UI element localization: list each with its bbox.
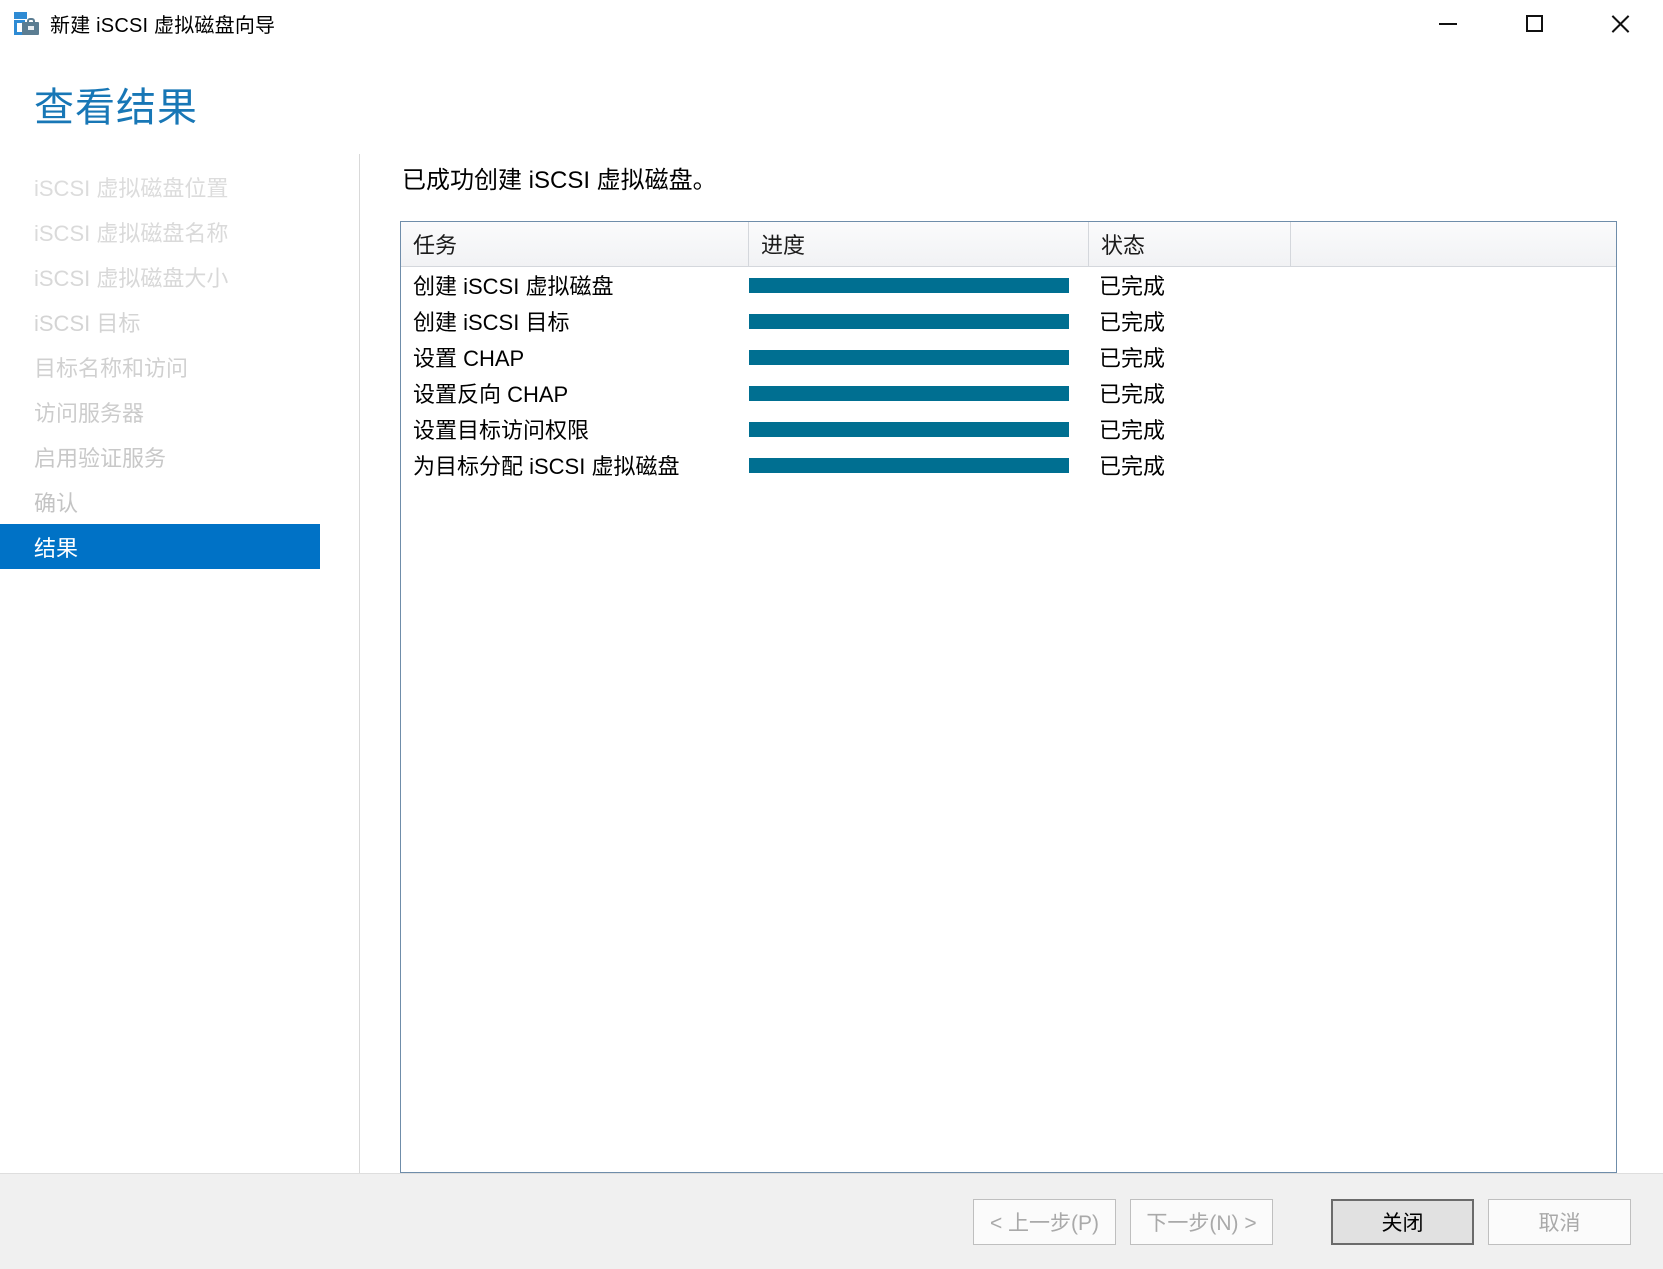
sidebar-item-iscsi-virtual-disk-name[interactable]: iSCSI 虚拟磁盘名称 [0,209,359,254]
sidebar-item-iscsi-virtual-disk-size[interactable]: iSCSI 虚拟磁盘大小 [0,254,359,299]
cell-progress [749,349,1089,365]
wizard-footer: < 上一步(P) 下一步(N) > 关闭 取消 [0,1173,1663,1269]
results-table: 任务 进度 状态 创建 iSCSI 虚拟磁盘 已完成 创建 iSCSI 目标 已… [400,221,1617,1173]
wizard-step-navigation: iSCSI 虚拟磁盘位置 iSCSI 虚拟磁盘名称 iSCSI 虚拟磁盘大小 i… [0,154,360,1173]
close-button[interactable] [1577,0,1663,48]
sidebar-item-label: 访问服务器 [34,400,145,426]
cell-progress [749,457,1089,473]
wizard-content: 已成功创建 iSCSI 虚拟磁盘。 任务 进度 状态 创建 iSCSI 虚拟磁盘… [360,154,1663,1173]
progress-bar [749,421,1069,437]
cell-status: 已完成 [1099,382,1166,407]
cell-progress [749,421,1089,437]
page-header: 查看结果 [0,48,1663,154]
progress-bar [749,385,1069,401]
title-bar: 新建 iSCSI 虚拟磁盘向导 [0,0,1663,48]
maximize-button[interactable] [1491,0,1577,48]
cell-status: 已完成 [1099,310,1166,335]
minimize-icon [1439,22,1457,25]
table-row[interactable]: 为目标分配 iSCSI 虚拟磁盘 已完成 [401,447,1616,483]
sidebar-item-confirmation[interactable]: 确认 [0,479,359,524]
table-row[interactable]: 设置反向 CHAP 已完成 [401,375,1616,411]
cell-status: 已完成 [1099,454,1166,479]
close-icon [1610,14,1630,34]
window-title: 新建 iSCSI 虚拟磁盘向导 [50,15,276,37]
table-row[interactable]: 设置 CHAP 已完成 [401,339,1616,375]
table-row[interactable]: 创建 iSCSI 目标 已完成 [401,303,1616,339]
iscsi-virtual-disk-wizard-window: 新建 iSCSI 虚拟磁盘向导 查看结果 iSCSI 虚拟磁盘位置 iSCSI … [0,0,1663,1269]
maximize-icon [1525,15,1543,32]
close-wizard-button[interactable]: 关闭 [1331,1198,1474,1245]
cell-progress [749,313,1089,329]
sidebar-item-label: 目标名称和访问 [34,355,189,381]
sidebar-item-iscsi-target[interactable]: iSCSI 目标 [0,299,359,344]
sidebar-item-label: iSCSI 虚拟磁盘位置 [34,175,229,201]
page-title: 查看结果 [34,86,198,130]
wizard-body: iSCSI 虚拟磁盘位置 iSCSI 虚拟磁盘名称 iSCSI 虚拟磁盘大小 i… [0,154,1663,1173]
next-button[interactable]: 下一步(N) > [1130,1198,1273,1245]
cell-task: 设置目标访问权限 [413,418,590,443]
cell-task: 设置 CHAP [413,346,525,371]
progress-bar [749,349,1069,365]
sidebar-item-label: iSCSI 虚拟磁盘大小 [34,265,229,291]
sidebar-item-access-servers[interactable]: 访问服务器 [0,389,359,434]
sidebar-item-label: 启用验证服务 [34,445,167,471]
sidebar-item-target-name-and-access[interactable]: 目标名称和访问 [0,344,359,389]
column-header-blank[interactable] [1291,222,1616,266]
sidebar-item-enable-authentication-service[interactable]: 启用验证服务 [0,434,359,479]
iscsi-wizard-icon [10,9,40,39]
cell-progress [749,385,1089,401]
progress-bar [749,457,1069,473]
sidebar-item-iscsi-virtual-disk-location[interactable]: iSCSI 虚拟磁盘位置 [0,164,359,209]
results-intro-text: 已成功创建 iSCSI 虚拟磁盘。 [402,167,717,194]
results-table-header: 任务 进度 状态 [401,222,1616,267]
column-header-task[interactable]: 任务 [401,222,749,266]
cell-task: 创建 iSCSI 目标 [413,310,570,335]
progress-bar [749,277,1069,293]
cell-task: 创建 iSCSI 虚拟磁盘 [413,274,614,299]
column-header-status[interactable]: 状态 [1089,222,1291,266]
sidebar-item-label: iSCSI 目标 [34,310,141,336]
cell-task: 为目标分配 iSCSI 虚拟磁盘 [413,454,680,479]
cancel-button[interactable]: 取消 [1488,1198,1631,1245]
sidebar-item-results[interactable]: 结果 [0,524,320,569]
table-row[interactable]: 创建 iSCSI 虚拟磁盘 已完成 [401,267,1616,303]
cell-progress [749,277,1089,293]
previous-button[interactable]: < 上一步(P) [973,1198,1116,1245]
progress-bar [749,313,1069,329]
minimize-button[interactable] [1405,0,1491,48]
column-header-progress[interactable]: 进度 [749,222,1089,266]
sidebar-item-label: iSCSI 虚拟磁盘名称 [34,220,229,246]
cell-status: 已完成 [1099,346,1166,371]
results-table-body: 创建 iSCSI 虚拟磁盘 已完成 创建 iSCSI 目标 已完成 设置 CHA… [401,267,1616,1172]
cell-status: 已完成 [1099,274,1166,299]
sidebar-item-label: 结果 [34,535,79,561]
table-row[interactable]: 设置目标访问权限 已完成 [401,411,1616,447]
cell-status: 已完成 [1099,418,1166,443]
sidebar-item-label: 确认 [34,490,79,516]
window-controls [1405,0,1663,48]
cell-task: 设置反向 CHAP [413,382,569,407]
